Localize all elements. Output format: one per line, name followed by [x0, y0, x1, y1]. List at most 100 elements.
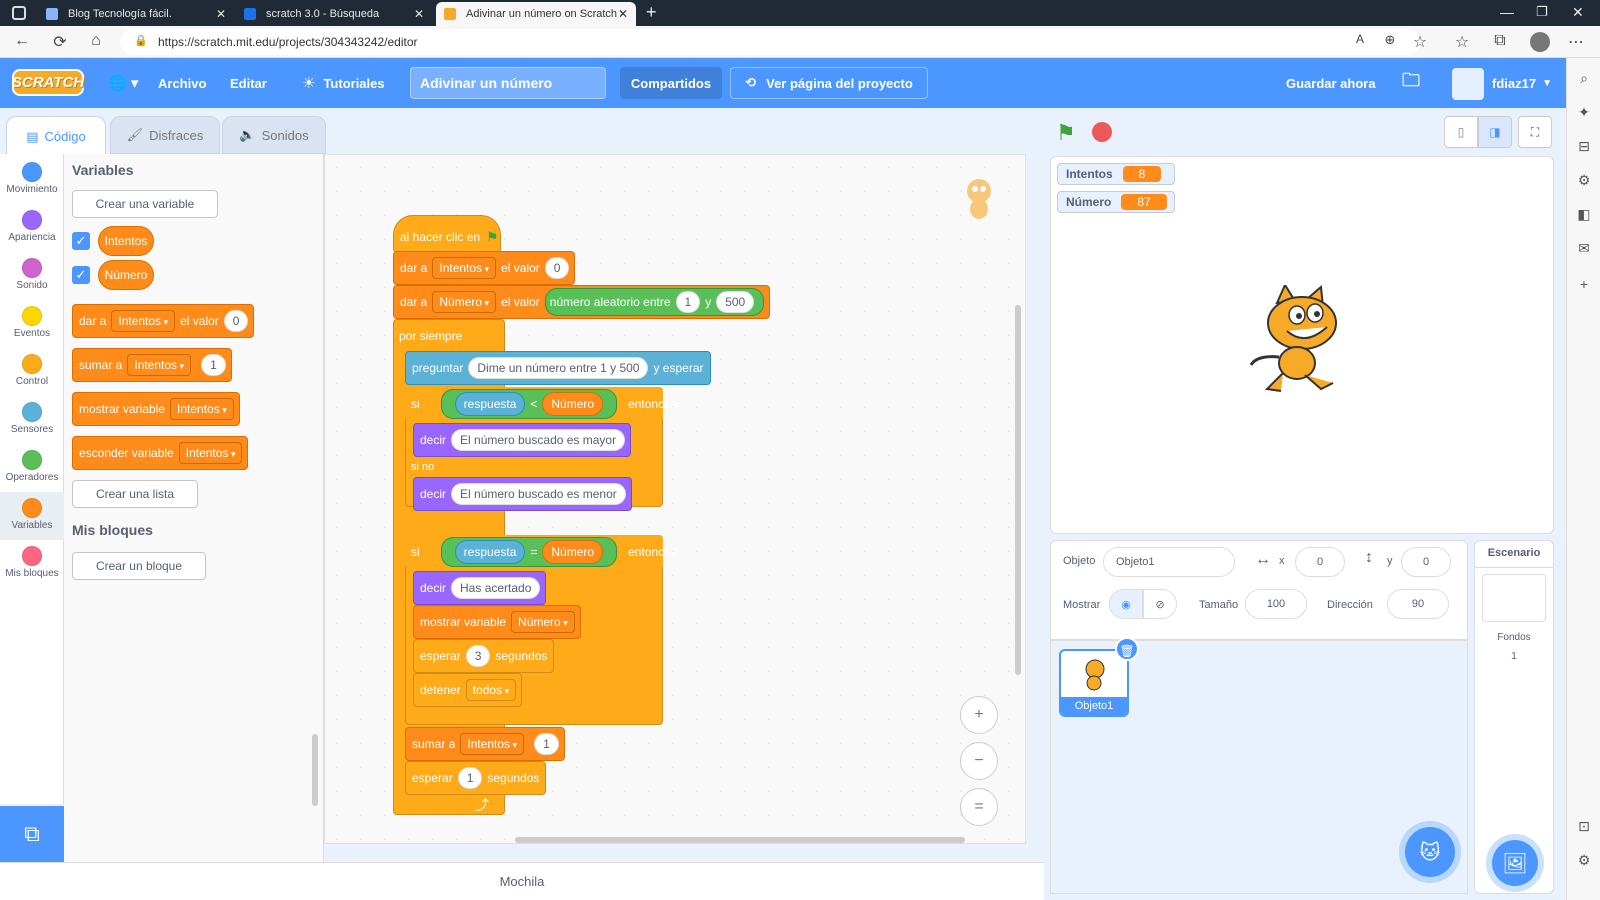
less-than-operator[interactable]: respuesta < Número — [440, 389, 618, 419]
tools-icon[interactable]: ⚙ — [1567, 172, 1600, 189]
project-title-input[interactable]: Adivinar un número — [410, 67, 606, 99]
zoom-reset-button[interactable]: = — [960, 788, 998, 826]
create-block-button[interactable]: Crear un bloque — [72, 552, 206, 580]
normal-stage-button[interactable]: ◨ — [1478, 116, 1512, 148]
variable-dropdown[interactable]: Número — [432, 291, 497, 313]
share-button[interactable]: Compartidos — [620, 67, 722, 99]
category-control[interactable]: Control — [0, 348, 64, 396]
search-icon[interactable]: ⌕ — [1567, 70, 1600, 87]
workspace-vertical-scrollbar[interactable] — [1015, 305, 1021, 675]
my-stuff-folder-icon[interactable]: 🗀 — [1402, 58, 1420, 108]
palette-scrollbar[interactable] — [312, 734, 318, 806]
workspace-horizontal-scrollbar[interactable] — [515, 837, 965, 843]
close-tab-icon[interactable]: ✕ — [414, 7, 424, 21]
value-input[interactable]: 500 — [716, 291, 755, 313]
variable-reporter-intentos[interactable]: Intentos — [98, 226, 154, 256]
block-hide-variable[interactable]: esconder variable Intentos — [72, 436, 249, 470]
show-visible-button[interactable]: ◉ — [1109, 589, 1143, 619]
category-sound[interactable]: Sonido — [0, 252, 64, 300]
close-tab-icon[interactable]: ✕ — [618, 7, 628, 21]
variable-dropdown[interactable]: Intentos — [460, 733, 525, 755]
shopping-icon[interactable]: ⊟ — [1567, 138, 1600, 155]
block-stop-all[interactable]: detener todos — [413, 673, 523, 707]
profile-avatar[interactable] — [1530, 32, 1550, 52]
language-menu[interactable]: 🌐 ▾ — [108, 58, 138, 108]
fullscreen-button[interactable]: ⛶ — [1518, 116, 1552, 148]
stage-canvas[interactable]: Intentos 8 Número 87 — [1050, 156, 1554, 534]
add-extension-button[interactable]: ⧉ — [0, 806, 64, 862]
value-input[interactable]: 0 — [544, 257, 570, 279]
see-project-page-button[interactable]: ⟲ Ver página del proyecto — [730, 67, 928, 99]
random-operator-block[interactable]: número aleatorio entre 1 y 500 — [544, 288, 765, 316]
checkbox-intentos[interactable]: ✓ — [72, 232, 90, 250]
stop-icon[interactable] — [1092, 122, 1112, 142]
direction-input[interactable]: 90 — [1387, 589, 1449, 619]
url-field[interactable]: 🔒 https://scratch.mit.edu/projects/30434… — [120, 29, 1420, 55]
minimize-icon[interactable]: — — [1500, 4, 1514, 20]
block-set-variable[interactable]: dar a Intentos el valor 0 — [72, 304, 255, 338]
checkbox-numero[interactable]: ✓ — [72, 266, 90, 284]
new-tab-button[interactable]: + — [646, 2, 657, 23]
read-aloud-icon[interactable]: A — [1350, 32, 1370, 46]
add-sprite-button[interactable]: 🐱 — [1405, 827, 1455, 877]
hide-sidebar-icon[interactable]: ⊡ — [1567, 818, 1600, 835]
value-input[interactable]: 1 — [201, 354, 226, 376]
y-input[interactable]: 0 — [1401, 547, 1451, 577]
text-input[interactable]: El número buscado es mayor — [451, 429, 626, 451]
block-say-menor[interactable]: decir El número buscado es menor — [413, 477, 632, 511]
copilot-icon[interactable]: ✦ — [1567, 104, 1600, 121]
outlook-icon[interactable]: ✉ — [1567, 240, 1600, 257]
create-variable-button[interactable]: Crear una variable — [72, 190, 218, 218]
block-wait-1[interactable]: esperar 1 segundos — [405, 761, 547, 795]
add-backdrop-button[interactable]: 🖼 — [1492, 840, 1538, 886]
stage-thumbnail[interactable] — [1482, 574, 1546, 622]
tab-sounds[interactable]: 🔈 Sonidos — [222, 116, 326, 154]
file-menu[interactable]: Archivo — [158, 58, 206, 108]
zoom-in-button[interactable]: + — [960, 696, 998, 734]
settings-gear-icon[interactable]: ⚙ — [1567, 852, 1600, 869]
value-input[interactable]: 0 — [223, 310, 249, 332]
block-say-mayor[interactable]: decir El número buscado es mayor — [413, 423, 632, 457]
sprite-tile[interactable]: Objeto1 — [1059, 649, 1129, 717]
restore-icon[interactable]: ❐ — [1536, 4, 1548, 20]
browser-tab-scratch[interactable]: Adivinar un número on Scratch ✕ — [436, 2, 636, 26]
show-hidden-button[interactable]: ⊘ — [1143, 589, 1177, 619]
browser-tab-search[interactable]: scratch 3.0 - Búsqueda ✕ — [236, 2, 432, 26]
variable-dropdown[interactable]: Intentos — [111, 310, 176, 332]
zoom-out-button[interactable]: − — [960, 742, 998, 780]
size-input[interactable]: 100 — [1245, 589, 1307, 619]
close-window-icon[interactable]: ✕ — [1572, 4, 1584, 21]
backpack-bar[interactable]: Mochila — [0, 862, 1044, 900]
x-input[interactable]: 0 — [1295, 547, 1345, 577]
variable-reporter[interactable]: Número — [542, 540, 604, 564]
small-stage-button[interactable]: ▯ — [1444, 116, 1478, 148]
block-when-flag-clicked[interactable]: al hacer clic en ⚑ — [393, 215, 501, 253]
code-workspace[interactable]: al hacer clic en ⚑ dar a Intentos el val… — [324, 154, 1026, 844]
office-icon[interactable]: ◧ — [1567, 206, 1600, 223]
category-motion[interactable]: Movimiento — [0, 156, 64, 204]
edit-menu[interactable]: Editar — [230, 58, 267, 108]
block-ask-and-wait[interactable]: preguntar Dime un número entre 1 y 500 y… — [405, 351, 711, 385]
block-set-numero[interactable]: dar a Número el valor número aleatorio e… — [393, 285, 771, 319]
value-input[interactable]: 1 — [534, 733, 559, 755]
collections-icon[interactable]: ⧉ — [1490, 32, 1510, 50]
answer-reporter[interactable]: respuesta — [454, 392, 526, 416]
tutorials-button[interactable]: ☀ Tutoriales — [302, 58, 385, 108]
save-now-button[interactable]: Guardar ahora — [1286, 58, 1376, 108]
category-variables[interactable]: Variables — [0, 492, 64, 540]
username-menu[interactable]: fdiaz17 ▼ — [1492, 58, 1552, 108]
user-avatar[interactable] — [1452, 68, 1484, 100]
zoom-icon[interactable]: ⊕ — [1380, 32, 1400, 48]
block-change-variable[interactable]: sumar a Intentos 1 — [72, 348, 232, 382]
value-input[interactable]: 1 — [675, 291, 701, 313]
delete-sprite-icon[interactable]: 🗑 — [1115, 637, 1139, 661]
tab-code[interactable]: ▤ Código — [6, 116, 106, 156]
green-flag-icon[interactable]: ⚑ — [1056, 120, 1076, 146]
text-input[interactable]: Has acertado — [451, 577, 541, 599]
variable-reporter[interactable]: Número — [542, 392, 604, 416]
tab-actions-icon[interactable] — [12, 6, 26, 20]
home-icon[interactable]: ⌂ — [86, 32, 106, 50]
block-change-intentos[interactable]: sumar a Intentos 1 — [405, 727, 565, 761]
variable-dropdown[interactable]: Intentos — [170, 398, 234, 420]
variable-dropdown[interactable]: Intentos — [127, 354, 192, 376]
